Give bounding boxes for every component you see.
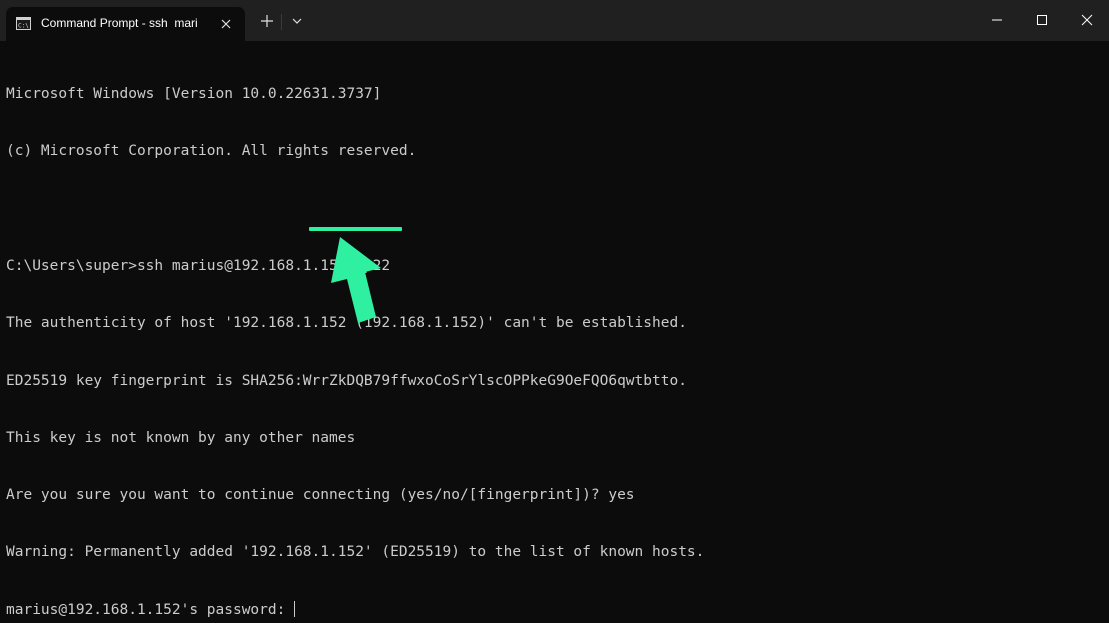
minimize-button[interactable] <box>974 0 1020 40</box>
terminal-line: (c) Microsoft Corporation. All rights re… <box>6 143 417 160</box>
terminal-line: ED25519 key fingerprint is SHA256:WrrZkD… <box>6 372 687 389</box>
terminal-window: C:\ Command Prompt - ssh mari Microsoft … <box>0 0 1109 623</box>
terminal-line: Are you sure you want to continue connec… <box>6 487 635 504</box>
terminal-line: Warning: Permanently added '192.168.1.15… <box>6 544 705 561</box>
password-prompt: marius@192.168.1.152's password: <box>6 601 295 618</box>
text-cursor <box>294 600 296 617</box>
annotation-underline <box>309 227 402 231</box>
command-prompt-icon: C:\ <box>16 17 31 30</box>
minimize-icon <box>992 19 1002 21</box>
chevron-down-icon[interactable] <box>286 10 308 32</box>
terminal-line: The authenticity of host '192.168.1.152 … <box>6 315 687 332</box>
maximize-button[interactable] <box>1019 0 1065 40</box>
terminal-line: C:\Users\super>ssh marius@192.168.1.152 … <box>6 258 391 275</box>
svg-text:C:\: C:\ <box>18 23 29 30</box>
plus-icon[interactable] <box>256 10 278 32</box>
tab-command-prompt[interactable]: C:\ Command Prompt - ssh mari <box>6 7 245 41</box>
maximize-icon <box>1037 15 1047 25</box>
titlebar-divider <box>281 14 282 30</box>
title-bar: C:\ Command Prompt - ssh mari <box>0 0 1109 41</box>
close-button[interactable] <box>1064 0 1109 40</box>
arrow-up-icon <box>331 237 381 323</box>
terminal-line: Microsoft Windows [Version 10.0.22631.37… <box>6 86 382 103</box>
terminal-output[interactable]: Microsoft Windows [Version 10.0.22631.37… <box>6 47 1101 620</box>
password-prompt-line: marius@192.168.1.152's password: <box>6 600 1101 620</box>
tab-close-icon[interactable] <box>217 15 235 33</box>
terminal-line: This key is not known by any other names <box>6 429 356 446</box>
tab-title: Command Prompt - ssh mari <box>41 16 198 30</box>
close-icon <box>1081 14 1093 26</box>
